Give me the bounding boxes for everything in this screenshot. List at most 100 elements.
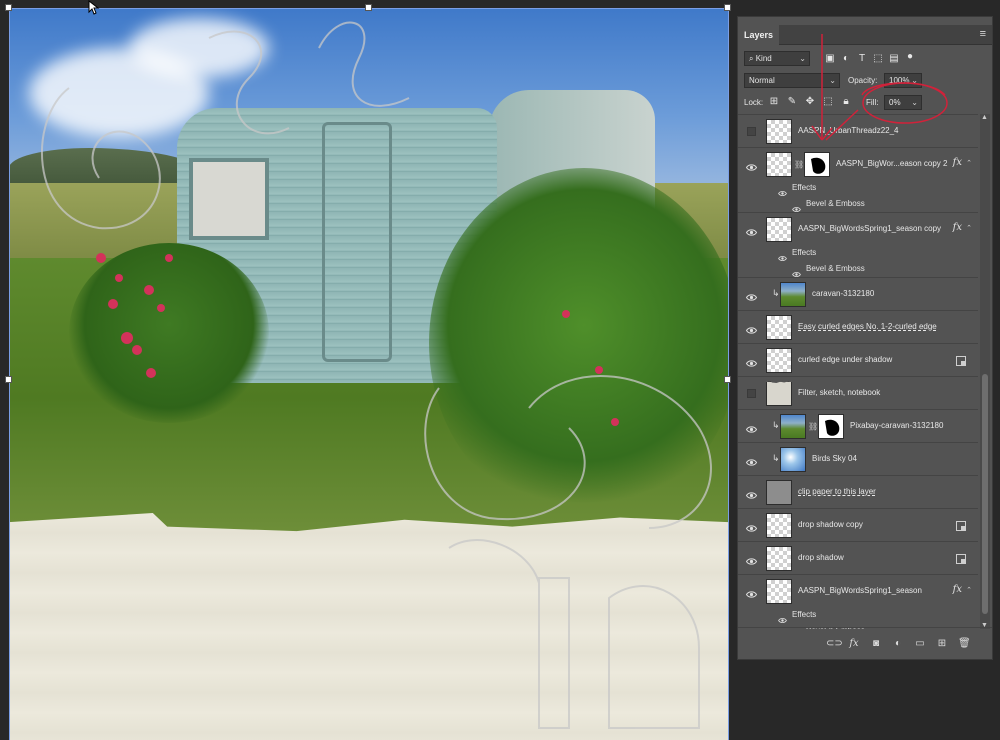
- layer-fx-icon[interactable]: fx: [953, 222, 962, 233]
- layer-name[interactable]: curled edge under shadow: [798, 355, 892, 364]
- filter-adjustment-icon[interactable]: ◐: [840, 53, 852, 65]
- layer-name[interactable]: drop shadow: [798, 553, 844, 562]
- transform-handle-top[interactable]: [365, 4, 372, 11]
- layer-thumbnail[interactable]: [766, 546, 792, 571]
- layer-thumbnail[interactable]: [766, 579, 792, 604]
- visibility-eye-icon[interactable]: [745, 355, 758, 367]
- layer-thumbnail[interactable]: [766, 152, 792, 177]
- layer-row[interactable]: Filter, sketch, notebook: [738, 376, 978, 409]
- layer-thumbnail[interactable]: [766, 348, 792, 373]
- mask-icon[interactable]: ◙: [870, 638, 882, 650]
- visibility-eye-icon[interactable]: [745, 553, 758, 565]
- document-canvas[interactable]: [9, 8, 728, 740]
- layer-name[interactable]: AASPN_UrbanThreadz22_4: [798, 126, 899, 135]
- blend-mode-select[interactable]: Normal ⌄: [744, 73, 840, 88]
- layer-thumbnail[interactable]: [766, 381, 792, 406]
- mask-link-icon[interactable]: ⛓: [794, 160, 804, 169]
- effect-visibility-icon[interactable]: [792, 265, 801, 277]
- layer-row[interactable]: AASPN_UrbanThreadz22_4: [738, 114, 978, 147]
- layer-thumbnail[interactable]: [780, 447, 806, 472]
- layer-effects-row[interactable]: Effects: [738, 245, 978, 261]
- visibility-eye-icon[interactable]: [745, 586, 758, 598]
- layer-row[interactable]: ↳ Birds Sky 04: [738, 442, 978, 475]
- effect-visibility-icon[interactable]: [792, 200, 801, 212]
- group-icon[interactable]: ▭: [914, 638, 926, 650]
- layer-row[interactable]: AASPN_BigWordsSpring1_season fx ⌃: [738, 574, 978, 607]
- layer-thumbnail[interactable]: [780, 414, 806, 439]
- layer-thumbnail[interactable]: [766, 315, 792, 340]
- layer-mask-thumbnail[interactable]: [804, 152, 830, 177]
- filter-image-icon[interactable]: ▣: [824, 53, 836, 65]
- layer-thumbnail[interactable]: [766, 119, 792, 144]
- layer-name[interactable]: Easy curled edges No. 1-2-curled edge: [798, 322, 937, 331]
- layer-mask-thumbnail[interactable]: [818, 414, 844, 439]
- scroll-thumb[interactable]: [982, 374, 988, 614]
- layer-name[interactable]: Filter, sketch, notebook: [798, 388, 880, 397]
- link-icon[interactable]: ⊂⊃: [826, 638, 843, 650]
- layer-row[interactable]: drop shadow: [738, 541, 978, 574]
- layer-row[interactable]: ⛓ AASPN_BigWor...eason copy 2 fx ⌃: [738, 147, 978, 180]
- visibility-off-box[interactable]: [747, 127, 756, 136]
- effects-toggle-icon[interactable]: ⌃: [966, 224, 972, 232]
- layer-thumbnail[interactable]: [766, 513, 792, 538]
- layers-scrollbar[interactable]: ▲ ▼: [980, 114, 990, 629]
- layer-name[interactable]: Pixabay-caravan-3132180: [850, 421, 943, 430]
- effect-visibility-icon[interactable]: [778, 184, 787, 196]
- layer-row[interactable]: Easy curled edges No. 1-2-curled edge: [738, 310, 978, 343]
- layer-name[interactable]: clip paper to this layer: [798, 487, 876, 496]
- filter-smart-object-icon[interactable]: ▤: [888, 53, 900, 65]
- layer-row[interactable]: clip paper to this layer: [738, 475, 978, 508]
- transform-handle-tr[interactable]: [724, 4, 731, 11]
- layer-fx-icon[interactable]: fx: [953, 584, 962, 595]
- visibility-eye-icon[interactable]: [745, 421, 758, 433]
- fill-input[interactable]: 0% ⌄: [884, 95, 922, 110]
- visibility-eye-icon[interactable]: [745, 159, 758, 171]
- scroll-up-icon[interactable]: ▲: [981, 114, 988, 121]
- transform-handle-tl[interactable]: [5, 4, 12, 11]
- visibility-off-box[interactable]: [747, 389, 756, 398]
- filter-shape-icon[interactable]: ⬚: [872, 53, 884, 65]
- layer-row[interactable]: curled edge under shadow: [738, 343, 978, 376]
- effects-toggle-icon[interactable]: ⌃: [966, 586, 972, 594]
- layer-name[interactable]: AASPN_BigWor...eason copy 2: [836, 159, 947, 168]
- visibility-eye-icon[interactable]: [745, 224, 758, 236]
- layer-effects-row[interactable]: Effects: [738, 607, 978, 623]
- layer-thumbnail[interactable]: [766, 217, 792, 242]
- layer-row[interactable]: ↳ ⛓ Pixabay-caravan-3132180: [738, 409, 978, 442]
- layer-row[interactable]: drop shadow copy: [738, 508, 978, 541]
- tab-layers[interactable]: Layers: [738, 25, 780, 45]
- visibility-eye-icon[interactable]: [745, 322, 758, 334]
- effects-toggle-icon[interactable]: ⌃: [966, 159, 972, 167]
- effect-visibility-icon[interactable]: [778, 611, 787, 623]
- opacity-input[interactable]: 100% ⌄: [884, 73, 922, 88]
- fx-icon[interactable]: fx: [848, 638, 860, 650]
- transform-handle-left[interactable]: [5, 376, 12, 383]
- filter-kind-select[interactable]: ⌕ Kind ⌄: [744, 51, 810, 66]
- effect-visibility-icon[interactable]: [778, 249, 787, 261]
- layer-fx-icon[interactable]: fx: [953, 157, 962, 168]
- lock-artboard-icon[interactable]: ⬚: [822, 96, 834, 108]
- lock-transparent-icon[interactable]: ⊞: [768, 96, 780, 108]
- lock-move-icon[interactable]: ✥: [804, 96, 816, 108]
- layer-name[interactable]: drop shadow copy: [798, 520, 863, 529]
- visibility-eye-icon[interactable]: [745, 487, 758, 499]
- layer-name[interactable]: Birds Sky 04: [812, 454, 857, 463]
- layer-effect-item[interactable]: Bevel & Emboss: [738, 261, 978, 277]
- lock-all-icon[interactable]: 🔒︎: [840, 96, 852, 108]
- layer-effects-row[interactable]: Effects: [738, 180, 978, 196]
- layer-thumbnail[interactable]: [766, 480, 792, 505]
- layer-thumbnail[interactable]: [780, 282, 806, 307]
- panel-menu-icon[interactable]: ≡: [980, 28, 986, 40]
- adjustment-icon[interactable]: ◐: [892, 638, 904, 650]
- visibility-eye-icon[interactable]: [745, 520, 758, 532]
- new-layer-icon[interactable]: ⊞: [936, 638, 948, 650]
- visibility-eye-icon[interactable]: [745, 454, 758, 466]
- layers-list[interactable]: AASPN_UrbanThreadz22_4 ⛓ AASPN_BigWor...ea…: [738, 114, 978, 629]
- layer-effect-item[interactable]: Bevel & Emboss: [738, 196, 978, 212]
- layer-name[interactable]: AASPN_BigWordsSpring1_season: [798, 586, 922, 595]
- layer-name[interactable]: caravan-3132180: [812, 289, 874, 298]
- layer-name[interactable]: AASPN_BigWordsSpring1_season copy: [798, 224, 941, 233]
- filter-type-icon[interactable]: T: [856, 53, 868, 65]
- layer-row[interactable]: AASPN_BigWordsSpring1_season copy fx ⌃: [738, 212, 978, 245]
- filter-toggle-icon[interactable]: ●: [904, 51, 916, 63]
